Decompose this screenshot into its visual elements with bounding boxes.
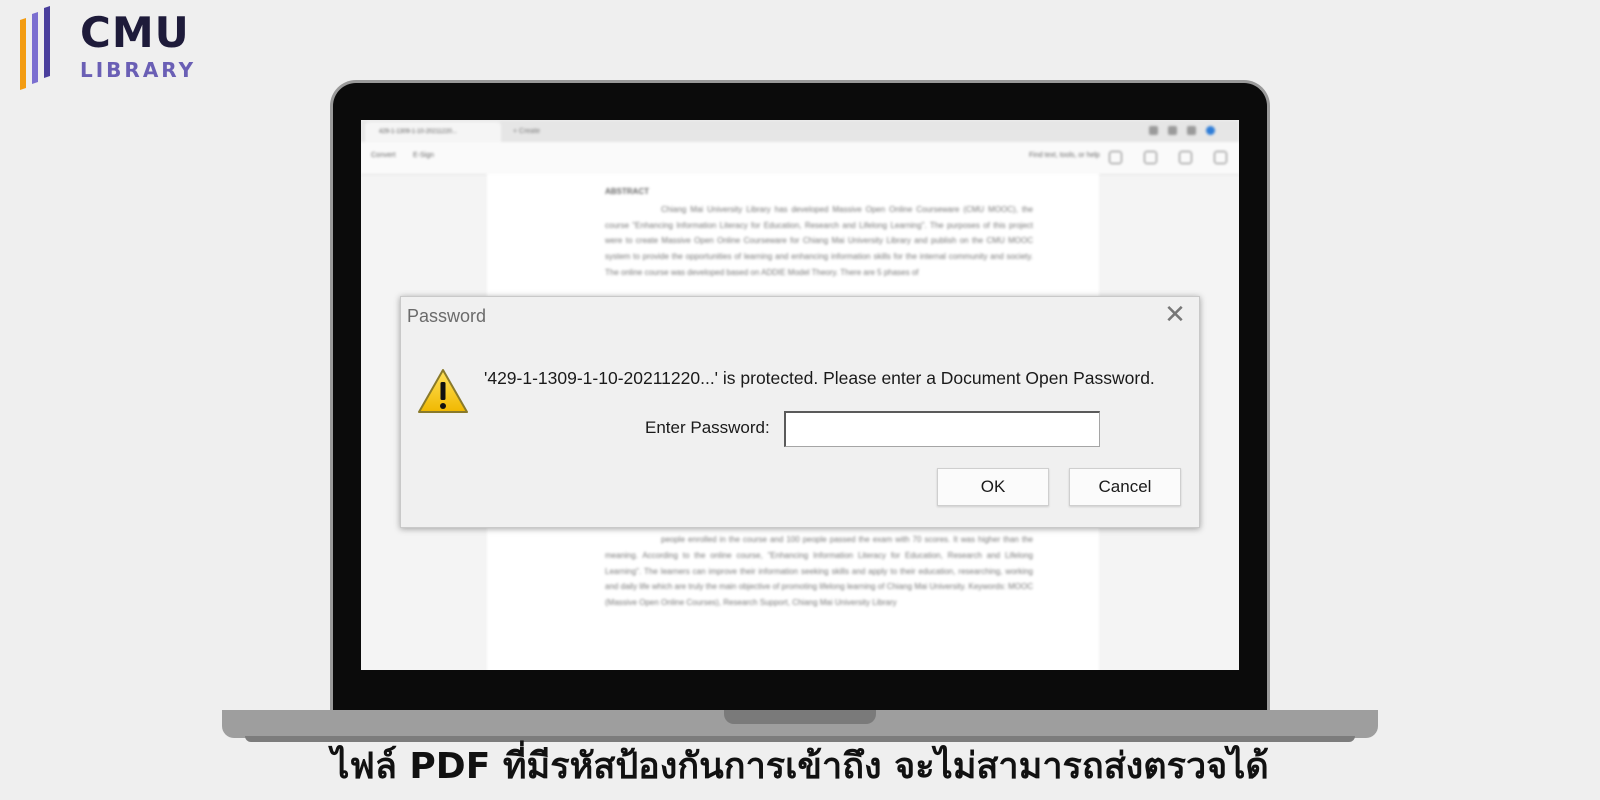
caption-text: ไฟล์ PDF ที่มีรหัสป้องกันการเข้าถึง จะไม… <box>331 746 1269 787</box>
print-icon[interactable] <box>1144 151 1157 164</box>
close-icon[interactable]: ✕ <box>1161 301 1189 329</box>
warning-triangle-icon <box>418 369 468 413</box>
password-dialog: Password ✕ '429-1-1309-1-10-20211220...'… <box>400 296 1200 528</box>
dialog-message: '429-1-1309-1-10-20211220...' is protect… <box>484 368 1155 388</box>
password-input[interactable] <box>784 411 1100 447</box>
logo-text-cmu: CMU <box>80 8 190 57</box>
window-controls <box>1149 126 1215 135</box>
toolbar-icons <box>1109 151 1227 164</box>
browser-tab-bar: 429-1-1309-1-10-20211220... + Create <box>361 120 1239 142</box>
abstract-block: ABSTRACT Chiang Mai University Library h… <box>605 184 1033 607</box>
dialog-title: Password <box>407 306 487 326</box>
apps-icon[interactable] <box>1187 126 1196 135</box>
abstract-paragraph-top: Chiang Mai University Library has develo… <box>605 204 1033 277</box>
viewer-toolbar: Convert E-Sign Find text, tools, or help <box>361 142 1239 175</box>
create-tab-button[interactable]: + Create <box>509 124 540 140</box>
cmu-library-logo: CMU LIBRARY <box>14 4 197 90</box>
password-label: Enter Password: <box>645 418 770 437</box>
ok-button[interactable]: OK <box>937 468 1049 506</box>
laptop-notch <box>724 710 876 724</box>
help-icon[interactable] <box>1168 126 1177 135</box>
esign-button[interactable]: E-Sign <box>413 152 434 159</box>
logo-bars-icon <box>20 6 50 90</box>
menu-icon[interactable] <box>1149 126 1158 135</box>
logo-text-library: LIBRARY <box>80 58 197 82</box>
convert-button[interactable]: Convert <box>371 152 396 159</box>
account-icon[interactable] <box>1206 126 1215 135</box>
abstract-heading: ABSTRACT <box>605 187 649 196</box>
share-icon[interactable] <box>1214 151 1227 164</box>
document-tab[interactable]: 429-1-1309-1-10-20211220... <box>365 122 501 142</box>
find-input[interactable]: Find text, tools, or help <box>1029 152 1100 159</box>
save-icon[interactable] <box>1179 151 1192 164</box>
abstract-paragraph-bottom: people enrolled in the course and 100 pe… <box>605 535 1033 608</box>
search-icon[interactable] <box>1109 151 1122 164</box>
cancel-button[interactable]: Cancel <box>1069 468 1181 506</box>
